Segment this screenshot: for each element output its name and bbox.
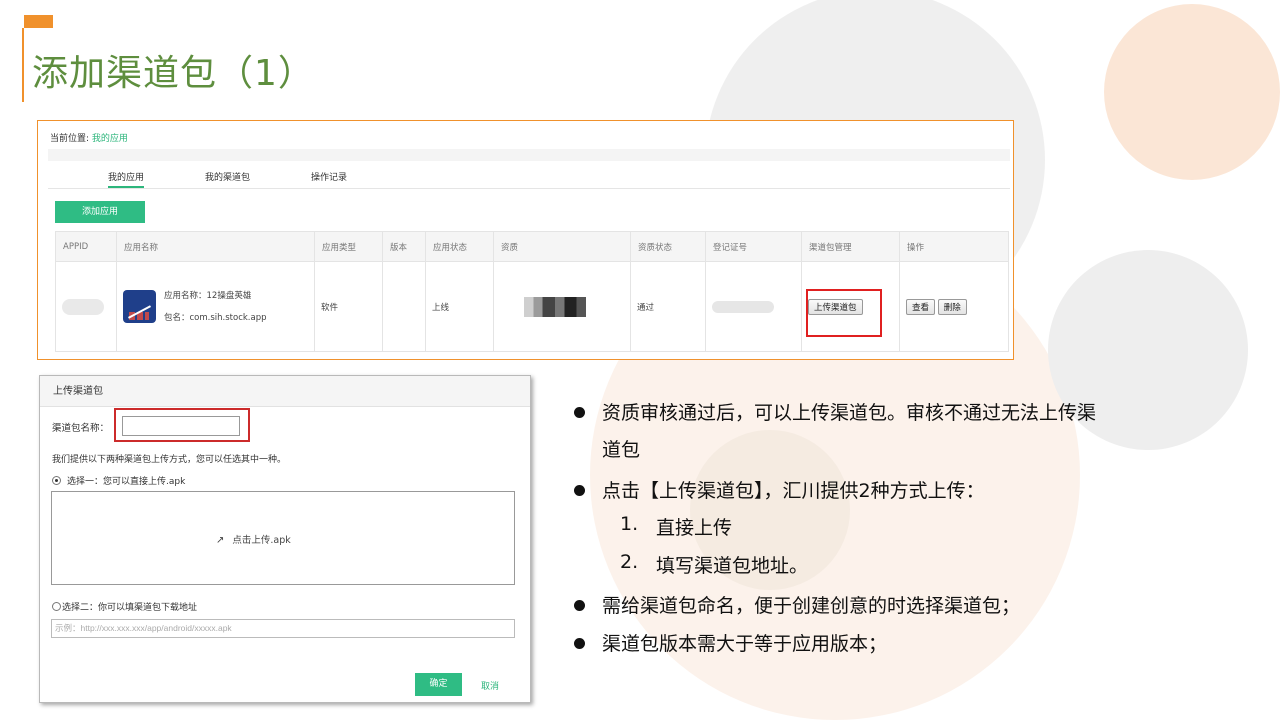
cancel-link[interactable]: 取消: [481, 679, 499, 692]
tab-bar: 我的应用 我的渠道包 操作记录: [48, 161, 1010, 189]
sub-item-2-text: 填写渠道包地址。: [656, 555, 809, 577]
version-cell: [382, 261, 426, 352]
dialog-title: 上传渠道包: [40, 376, 530, 407]
pixelated-qualification-image: [524, 296, 586, 317]
option-two-radio[interactable]: [52, 602, 61, 611]
app-package: 包名：com.sih.stock.app: [164, 312, 267, 323]
download-url-input[interactable]: 示例：http://xxx.xxx.xxx/app/android/xxxxx.…: [51, 619, 515, 638]
tab-operation-log[interactable]: 操作记录: [311, 170, 347, 183]
blurred-registration-number: [712, 300, 774, 313]
upload-highlight-box: [806, 289, 882, 337]
sub-item-1-number: 1.: [620, 513, 639, 535]
bullet-2-text: 点击【上传渠道包】，汇川提供2种方式上传：: [602, 480, 985, 502]
blurred-appid: [62, 298, 104, 315]
appid-cell: [55, 261, 117, 352]
delete-button[interactable]: 删除: [937, 298, 967, 315]
title-accent-block: [24, 15, 53, 28]
tab-my-apps[interactable]: 我的应用: [108, 170, 145, 188]
app-list-screenshot: 当前位置: 我的应用 我的应用 我的渠道包 操作记录 添加应用 APPID 应用…: [37, 120, 1014, 360]
title-accent-line: [22, 28, 24, 102]
apk-upload-area[interactable]: ↗ 点击上传.apk: [51, 491, 515, 585]
col-app-type: 应用类型: [314, 231, 383, 262]
col-channel-management: 渠道包管理: [801, 231, 900, 262]
bullet-4-text: 渠道包版本需大于等于应用版本；: [602, 633, 888, 655]
app-icon: [123, 290, 156, 323]
upload-intro-text: 我们提供以下两种渠道包上传方式，您可以任选其中一种。: [52, 455, 287, 465]
upload-apk-link[interactable]: ↗ 点击上传.apk: [216, 532, 291, 546]
col-qualification: 资质: [493, 231, 631, 262]
option-one[interactable]: 选择一：您可以直接上传.apk: [52, 474, 185, 487]
upload-dialog: 上传渠道包 渠道包名称： 我们提供以下两种渠道包上传方式，您可以任选其中一种。 …: [39, 375, 531, 703]
option-two-label: 选择二：你可以填渠道包下载地址: [62, 603, 198, 613]
external-link-icon: ↗: [216, 535, 225, 546]
actions-cell: 查看 删除: [899, 261, 1009, 352]
col-appid: APPID: [55, 231, 117, 262]
col-qualification-status: 资质状态: [630, 231, 706, 262]
upload-apk-label: 点击上传.apk: [232, 535, 291, 546]
col-version: 版本: [382, 231, 426, 262]
bullet-3-text: 需给渠道包命名，便于创建创意的时选择渠道包；: [602, 595, 1021, 617]
option-one-label: 选择一：您可以直接上传.apk: [67, 477, 186, 487]
breadcrumb: 当前位置: 我的应用: [50, 131, 128, 144]
app-name-cell: 应用名称：12操盘英雄 包名：com.sih.stock.app: [116, 261, 315, 352]
table-header-row: APPID 应用名称 应用类型 版本 应用状态 资质 资质状态 登记证号 渠道包…: [55, 231, 1009, 262]
breadcrumb-link[interactable]: 我的应用: [92, 134, 128, 144]
tab-my-channel-packages[interactable]: 我的渠道包: [205, 170, 250, 183]
header-strip: [48, 149, 1010, 161]
option-two[interactable]: 选择二：你可以填渠道包下载地址: [52, 600, 197, 613]
bullet-1-line-2: 道包: [602, 439, 641, 461]
option-one-radio[interactable]: [52, 476, 61, 485]
col-app-status: 应用状态: [425, 231, 494, 262]
add-app-button[interactable]: 添加应用: [55, 201, 145, 223]
page-title: 添加渠道包（1）: [32, 53, 315, 94]
qualification-status-cell: 通过: [630, 261, 706, 352]
app-name: 应用名称：12操盘英雄: [164, 290, 252, 301]
confirm-button[interactable]: 确定: [415, 673, 462, 696]
channel-name-input[interactable]: [122, 416, 240, 436]
bullet-dot: [574, 638, 585, 649]
col-app-name: 应用名称: [116, 231, 315, 262]
bullet-1-line-1: 资质审核通过后，可以上传渠道包。审核不通过无法上传渠: [602, 402, 1097, 424]
bullet-dot: [574, 485, 585, 496]
sub-item-1-text: 直接上传: [656, 517, 733, 539]
bullet-dot: [574, 407, 585, 418]
registration-cell: [705, 261, 802, 352]
view-button[interactable]: 查看: [906, 298, 936, 315]
qualification-cell: [493, 261, 631, 352]
breadcrumb-label: 当前位置:: [50, 134, 90, 144]
col-actions: 操作: [899, 231, 1009, 262]
decorative-circle-peach: [1104, 4, 1280, 180]
channel-name-label: 渠道包名称：: [52, 423, 110, 434]
sub-item-2-number: 2.: [620, 551, 639, 573]
status-cell: 上线: [425, 261, 494, 352]
col-registration-number: 登记证号: [705, 231, 802, 262]
app-type-cell: 软件: [314, 261, 383, 352]
bullet-dot: [574, 600, 585, 611]
